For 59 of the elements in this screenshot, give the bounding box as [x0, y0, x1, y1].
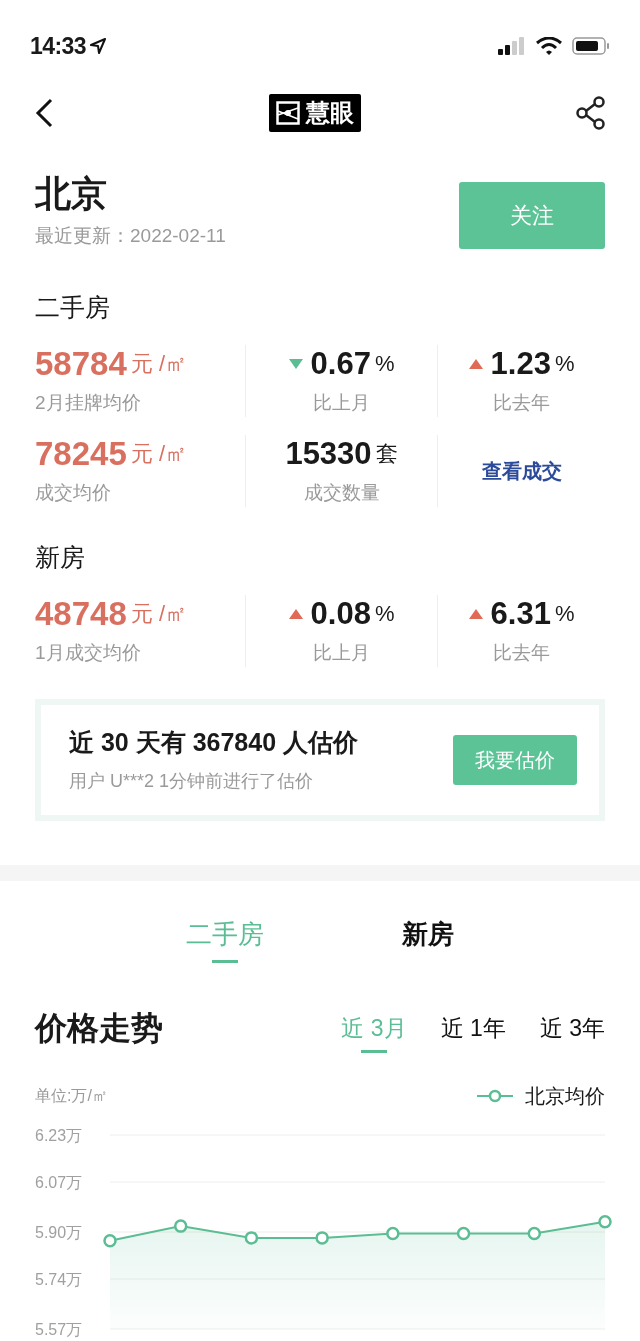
data-point	[527, 1226, 542, 1240]
change-value: 0.08	[310, 598, 371, 629]
data-point	[103, 1233, 117, 1248]
battery-icon	[572, 37, 610, 55]
status-time: 14:33	[30, 31, 86, 61]
percent-unit: %	[374, 602, 395, 625]
section-tab[interactable]: 新房	[402, 914, 454, 965]
price-value: 58784	[35, 347, 127, 380]
range-tab[interactable]: 近 1年	[440, 1000, 506, 1055]
percent-unit: %	[554, 352, 575, 375]
metric-label: 比上月	[313, 390, 370, 415]
wifi-icon	[536, 36, 562, 56]
signal-icon	[498, 37, 526, 55]
y-axis-label: 5.74万	[35, 1270, 83, 1288]
view-deals-link[interactable]: 查看成交	[481, 455, 562, 486]
city-title: 北京	[35, 172, 108, 216]
y-axis-label: 5.57万	[35, 1320, 83, 1338]
unit-label: 单位:万/㎡	[35, 1085, 108, 1106]
price-value: 48748	[35, 597, 127, 630]
estimate-headline: 近 30 天有 367840 人估价	[69, 727, 358, 759]
data-point	[244, 1230, 259, 1245]
count-unit: 套	[375, 442, 398, 465]
data-point	[173, 1218, 188, 1233]
change-value: 1.23	[490, 348, 551, 379]
share-icon[interactable]	[576, 96, 606, 130]
data-point	[456, 1226, 471, 1240]
back-icon[interactable]	[34, 98, 54, 128]
y-axis-label: 6.07万	[35, 1173, 83, 1191]
metric-label: 比去年	[493, 640, 550, 665]
y-axis-label: 6.23万	[35, 1126, 83, 1144]
change-value: 6.31	[490, 598, 551, 629]
metric-label: 成交数量	[303, 480, 380, 505]
eye-frame-icon	[276, 101, 300, 125]
metric-label: 成交均价	[35, 480, 111, 505]
section-title: 二手房	[35, 291, 111, 323]
y-axis-label: 5.90万	[35, 1223, 83, 1241]
data-point	[386, 1226, 400, 1240]
price-unit: 元 /㎡	[130, 352, 187, 375]
estimate-subline: 用户 U***2 1分钟前进行了估价	[69, 769, 315, 793]
count-value: 15330	[285, 438, 372, 469]
price-unit: 元 /㎡	[130, 442, 187, 465]
price-unit: 元 /㎡	[130, 602, 187, 625]
data-point	[315, 1230, 329, 1245]
update-date: 最近更新：2022-02-11	[35, 224, 226, 248]
percent-unit: %	[554, 602, 575, 625]
change-value: 0.67	[310, 348, 371, 379]
logo-text: 慧眼	[306, 101, 354, 125]
section-title: 新房	[35, 541, 86, 573]
trend-title: 价格走势	[35, 1008, 163, 1048]
range-tab[interactable]: 近 3年	[539, 1000, 605, 1055]
percent-unit: %	[374, 352, 395, 375]
metric-label: 比去年	[493, 390, 550, 415]
location-icon	[89, 38, 106, 54]
metric-label: 1月成交均价	[35, 640, 141, 665]
legend-label: 北京均价	[525, 1083, 605, 1109]
metric-label: 比上月	[313, 640, 370, 665]
metric-label: 2月挂牌均价	[35, 390, 141, 415]
data-point	[598, 1214, 612, 1228]
price-value: 78245	[35, 437, 127, 470]
